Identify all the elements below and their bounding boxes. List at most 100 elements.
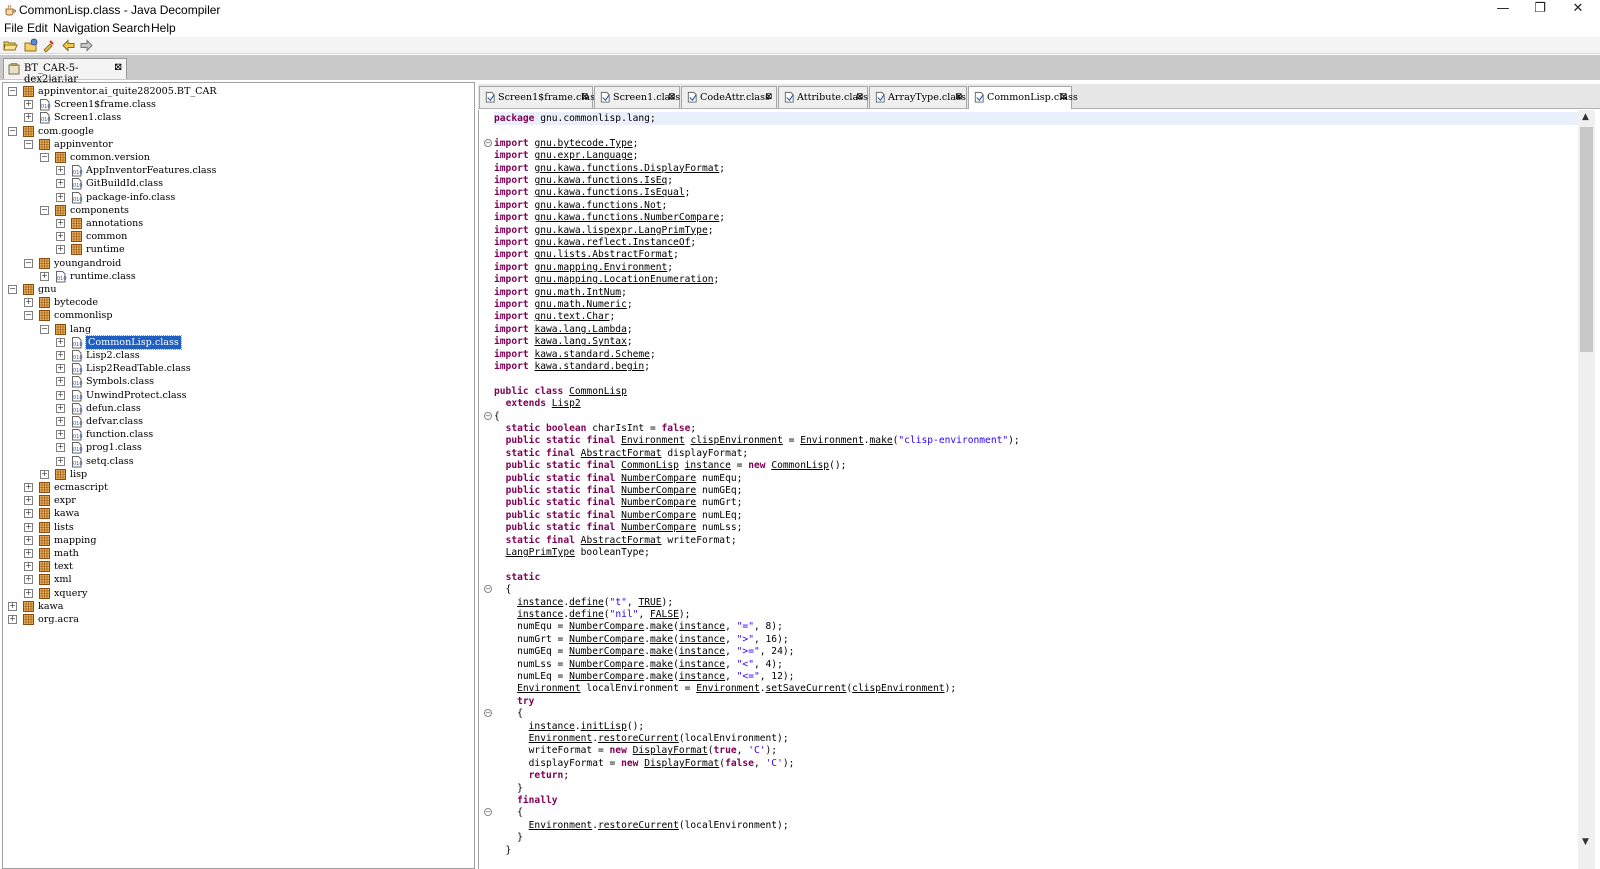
code-line[interactable]: } xyxy=(494,782,523,795)
expand-toggle-icon[interactable]: + xyxy=(56,179,65,189)
package-tree[interactable]: − appinventor.ai_quite282005.BT_CAR +010 Sc… xyxy=(2,82,475,869)
file-tab[interactable]: BT_CAR-5-dex2jar.jar ⊠ xyxy=(3,58,127,85)
file-tab-close-icon[interactable]: ⊠ xyxy=(114,62,122,73)
code-line[interactable]: import gnu.mapping.Environment; xyxy=(494,261,673,274)
fold-toggle-icon[interactable]: − xyxy=(484,411,492,420)
code-line[interactable]: numEqu = NumberCompare.make(instance, "=… xyxy=(494,620,783,633)
code-line[interactable]: Environment.restoreCurrent(localEnvironm… xyxy=(494,732,789,745)
menu-file[interactable]: File xyxy=(4,21,23,35)
code-line[interactable]: displayFormat = new DisplayFormat(false,… xyxy=(494,757,795,770)
expand-toggle-icon[interactable]: + xyxy=(24,483,33,492)
collapse-toggle-icon[interactable]: − xyxy=(40,205,49,215)
scrollbar-thumb[interactable] xyxy=(1580,127,1593,352)
code-line[interactable]: public static final NumberCompare numGEq… xyxy=(494,484,743,497)
expand-toggle-icon[interactable]: + xyxy=(24,496,33,506)
code-line[interactable]: { xyxy=(494,707,523,720)
open-type-icon[interactable] xyxy=(24,38,39,53)
code-line[interactable]: import gnu.mapping.LocationEnumeration; xyxy=(494,273,719,286)
expand-toggle-icon[interactable]: + xyxy=(56,377,65,387)
code-line[interactable]: numLss = NumberCompare.make(instance, "<… xyxy=(494,658,783,671)
open-file-icon[interactable] xyxy=(3,38,18,53)
code-line[interactable]: public static final NumberCompare numLEq… xyxy=(494,509,743,522)
code-line[interactable]: package gnu.commonlisp.lang; xyxy=(494,112,656,125)
code-line[interactable]: import gnu.kawa.reflect.InstanceOf; xyxy=(494,236,696,249)
tab-close-icon[interactable]: ⊠ xyxy=(581,92,589,102)
expand-toggle-icon[interactable]: + xyxy=(24,522,33,532)
code-line[interactable]: numLEq = NumberCompare.make(instance, "<… xyxy=(494,670,794,683)
code-line[interactable]: { xyxy=(494,410,500,423)
minimize-button[interactable]: — xyxy=(1484,0,1522,20)
code-line[interactable]: import gnu.kawa.functions.DisplayFormat; xyxy=(494,162,725,175)
code-line[interactable]: import gnu.kawa.functions.IsEq; xyxy=(494,174,673,187)
editor-tab[interactable]: Screen1$frame.class ⊠ xyxy=(479,86,600,108)
code-line[interactable]: { xyxy=(494,806,523,819)
code-line[interactable]: public static final Environment clispEnv… xyxy=(494,434,1020,447)
code-line[interactable]: writeFormat = new DisplayFormat(true, 'C… xyxy=(494,744,777,757)
expand-toggle-icon[interactable]: + xyxy=(24,509,33,519)
fold-toggle-icon[interactable]: − xyxy=(484,138,492,147)
code-line[interactable]: import gnu.kawa.lispexpr.LangPrimType; xyxy=(494,224,714,237)
expand-toggle-icon[interactable]: + xyxy=(24,535,33,545)
code-line[interactable]: import gnu.math.Numeric; xyxy=(494,298,633,311)
code-line[interactable]: return; xyxy=(494,769,569,782)
expand-toggle-icon[interactable]: + xyxy=(40,469,49,479)
expand-toggle-icon[interactable]: + xyxy=(56,337,65,347)
code-line[interactable]: static final AbstractFormat writeFormat; xyxy=(494,534,737,547)
code-line[interactable]: extends Lisp2 xyxy=(494,397,581,410)
code-line[interactable]: LangPrimType booleanType; xyxy=(494,546,650,559)
back-icon[interactable] xyxy=(61,38,76,53)
code-line[interactable]: import gnu.math.IntNum; xyxy=(494,286,627,299)
forward-icon[interactable] xyxy=(79,38,94,53)
scroll-down-icon[interactable]: ▼ xyxy=(1582,837,1589,847)
tab-close-icon[interactable]: ⊠ xyxy=(765,92,773,102)
menu-navigation[interactable]: Navigation xyxy=(53,21,110,35)
code-line[interactable]: import gnu.kawa.functions.IsEqual; xyxy=(494,186,690,199)
close-button[interactable]: ✕ xyxy=(1559,0,1597,20)
code-line[interactable]: import gnu.text.Char; xyxy=(494,310,615,323)
restore-button[interactable]: ❐ xyxy=(1521,0,1559,20)
expand-toggle-icon[interactable]: + xyxy=(56,245,65,255)
fold-toggle-icon[interactable]: − xyxy=(484,709,492,718)
code-line[interactable]: instance.initLisp(); xyxy=(494,720,645,733)
expand-toggle-icon[interactable]: + xyxy=(40,271,49,281)
expand-toggle-icon[interactable]: + xyxy=(8,615,17,624)
expand-toggle-icon[interactable]: + xyxy=(56,417,65,426)
expand-toggle-icon[interactable]: + xyxy=(24,562,33,572)
code-line[interactable]: import gnu.bytecode.Type; xyxy=(494,137,638,150)
code-line[interactable]: import kawa.lang.Syntax; xyxy=(494,335,633,348)
expand-toggle-icon[interactable]: + xyxy=(24,575,33,585)
menu-edit[interactable]: Edit xyxy=(27,21,48,35)
code-line[interactable]: { xyxy=(494,583,512,596)
expand-toggle-icon[interactable]: + xyxy=(24,100,33,110)
expand-toggle-icon[interactable]: + xyxy=(56,364,65,374)
expand-toggle-icon[interactable]: + xyxy=(56,430,65,440)
collapse-toggle-icon[interactable]: − xyxy=(24,258,33,268)
tab-close-icon[interactable]: ⊠ xyxy=(955,92,963,102)
fold-toggle-icon[interactable]: − xyxy=(484,585,492,594)
code-line[interactable]: static boolean charIsInt = false; xyxy=(494,422,697,435)
collapse-toggle-icon[interactable]: − xyxy=(8,126,17,136)
collapse-toggle-icon[interactable]: − xyxy=(40,153,49,162)
expand-toggle-icon[interactable]: + xyxy=(56,456,65,466)
expand-toggle-icon[interactable]: + xyxy=(56,390,65,400)
code-line[interactable]: import kawa.standard.Scheme; xyxy=(494,348,656,361)
editor-tab[interactable]: ArrayType.class ⊠ xyxy=(869,86,967,108)
expand-toggle-icon[interactable]: + xyxy=(24,113,33,123)
code-line[interactable]: import gnu.expr.Language; xyxy=(494,149,638,162)
collapse-toggle-icon[interactable]: − xyxy=(8,87,17,96)
expand-toggle-icon[interactable]: + xyxy=(56,232,65,242)
tab-close-icon[interactable]: ⊠ xyxy=(1060,92,1068,102)
code-line[interactable]: import gnu.lists.AbstractFormat; xyxy=(494,248,679,261)
editor-tab[interactable]: CommonLisp.class ⊠ xyxy=(968,86,1078,109)
pin-icon[interactable] xyxy=(41,38,56,53)
code-line[interactable]: finally xyxy=(494,794,557,807)
menu-help[interactable]: Help xyxy=(151,21,176,35)
code-line[interactable]: static final AbstractFormat displayForma… xyxy=(494,447,749,460)
code-line[interactable]: public static final CommonLisp instance … xyxy=(494,459,847,472)
code-line[interactable]: Environment localEnvironment = Environme… xyxy=(494,682,956,695)
editor-tab[interactable]: CodeAttr.class ⊠ xyxy=(681,86,777,108)
code-line[interactable]: try xyxy=(494,695,534,708)
code-editor[interactable]: package gnu.commonlisp.lang; import gnu.b… xyxy=(478,110,1600,869)
editor-vertical-scrollbar[interactable]: ▲ ▼ xyxy=(1578,110,1595,869)
expand-toggle-icon[interactable]: + xyxy=(56,192,65,202)
